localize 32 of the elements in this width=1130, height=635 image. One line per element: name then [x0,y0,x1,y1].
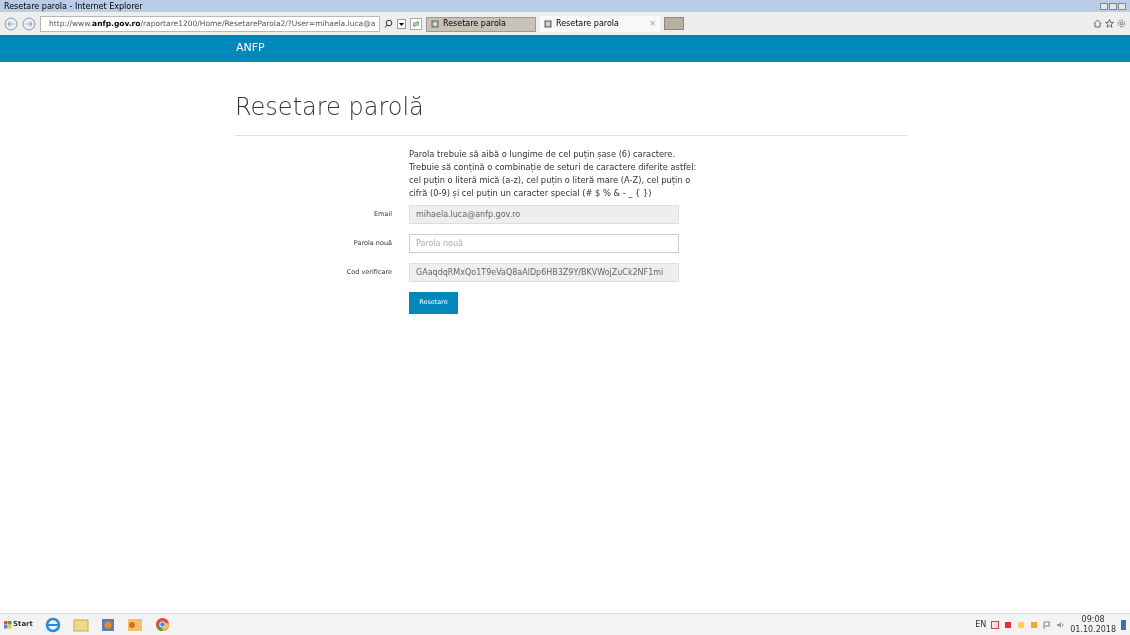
new-tab-button[interactable] [664,17,684,30]
window-title: Resetare parola - Internet Explorer [4,0,143,12]
clock-date: 01.10.2018 [1070,624,1116,635]
back-icon[interactable] [4,16,18,31]
browser-icon[interactable] [44,616,61,633]
clock-time: 09:08 [1081,614,1105,625]
speaker-icon[interactable] [1056,620,1066,629]
site-icon [544,19,552,28]
show-desktop-button[interactable] [1121,619,1126,630]
dropdown-icon[interactable] [397,18,406,29]
tab-title: Resetare parola [556,17,619,30]
windows-logo-icon [4,620,12,629]
input-field[interactable]: Parola nouă [409,234,679,253]
forward-icon[interactable] [22,16,36,31]
star-icon[interactable] [1105,19,1114,28]
tab-title: Resetare parola [443,18,506,30]
settings-icon[interactable] [1117,19,1126,28]
page-heading: Resetare parolă [235,92,425,123]
browser-tab[interactable]: Resetare parola [426,16,536,32]
brand-link[interactable]: ANFP [236,40,265,57]
folder-icon[interactable] [72,617,89,632]
media-player-icon[interactable] [100,617,115,632]
clock[interactable]: 09:08 01.10.2018 [1070,614,1116,635]
language-indicator[interactable]: EN [975,618,987,631]
mail-app-icon[interactable] [126,617,143,632]
flag-icon[interactable] [1043,620,1052,629]
site-icon [431,20,439,28]
chrome-browser-icon[interactable] [154,617,170,632]
instructions-text: Parola trebuie să aibă o lungime de cel puțin șase (6) caractere. Trebuie să conțină o combinație de seturi de caractere diferite astfel: cel puțin o literă mică (a-z), cel puțin o literă mare (A-Z), cel puțin o cifră (0-9) și cel puțin un caracter special (# $ % & - _ { }) [409,148,698,200]
browser-tab[interactable]: Resetare parola × [540,15,660,32]
search-icon[interactable] [384,19,393,28]
home-icon[interactable] [1093,19,1102,28]
